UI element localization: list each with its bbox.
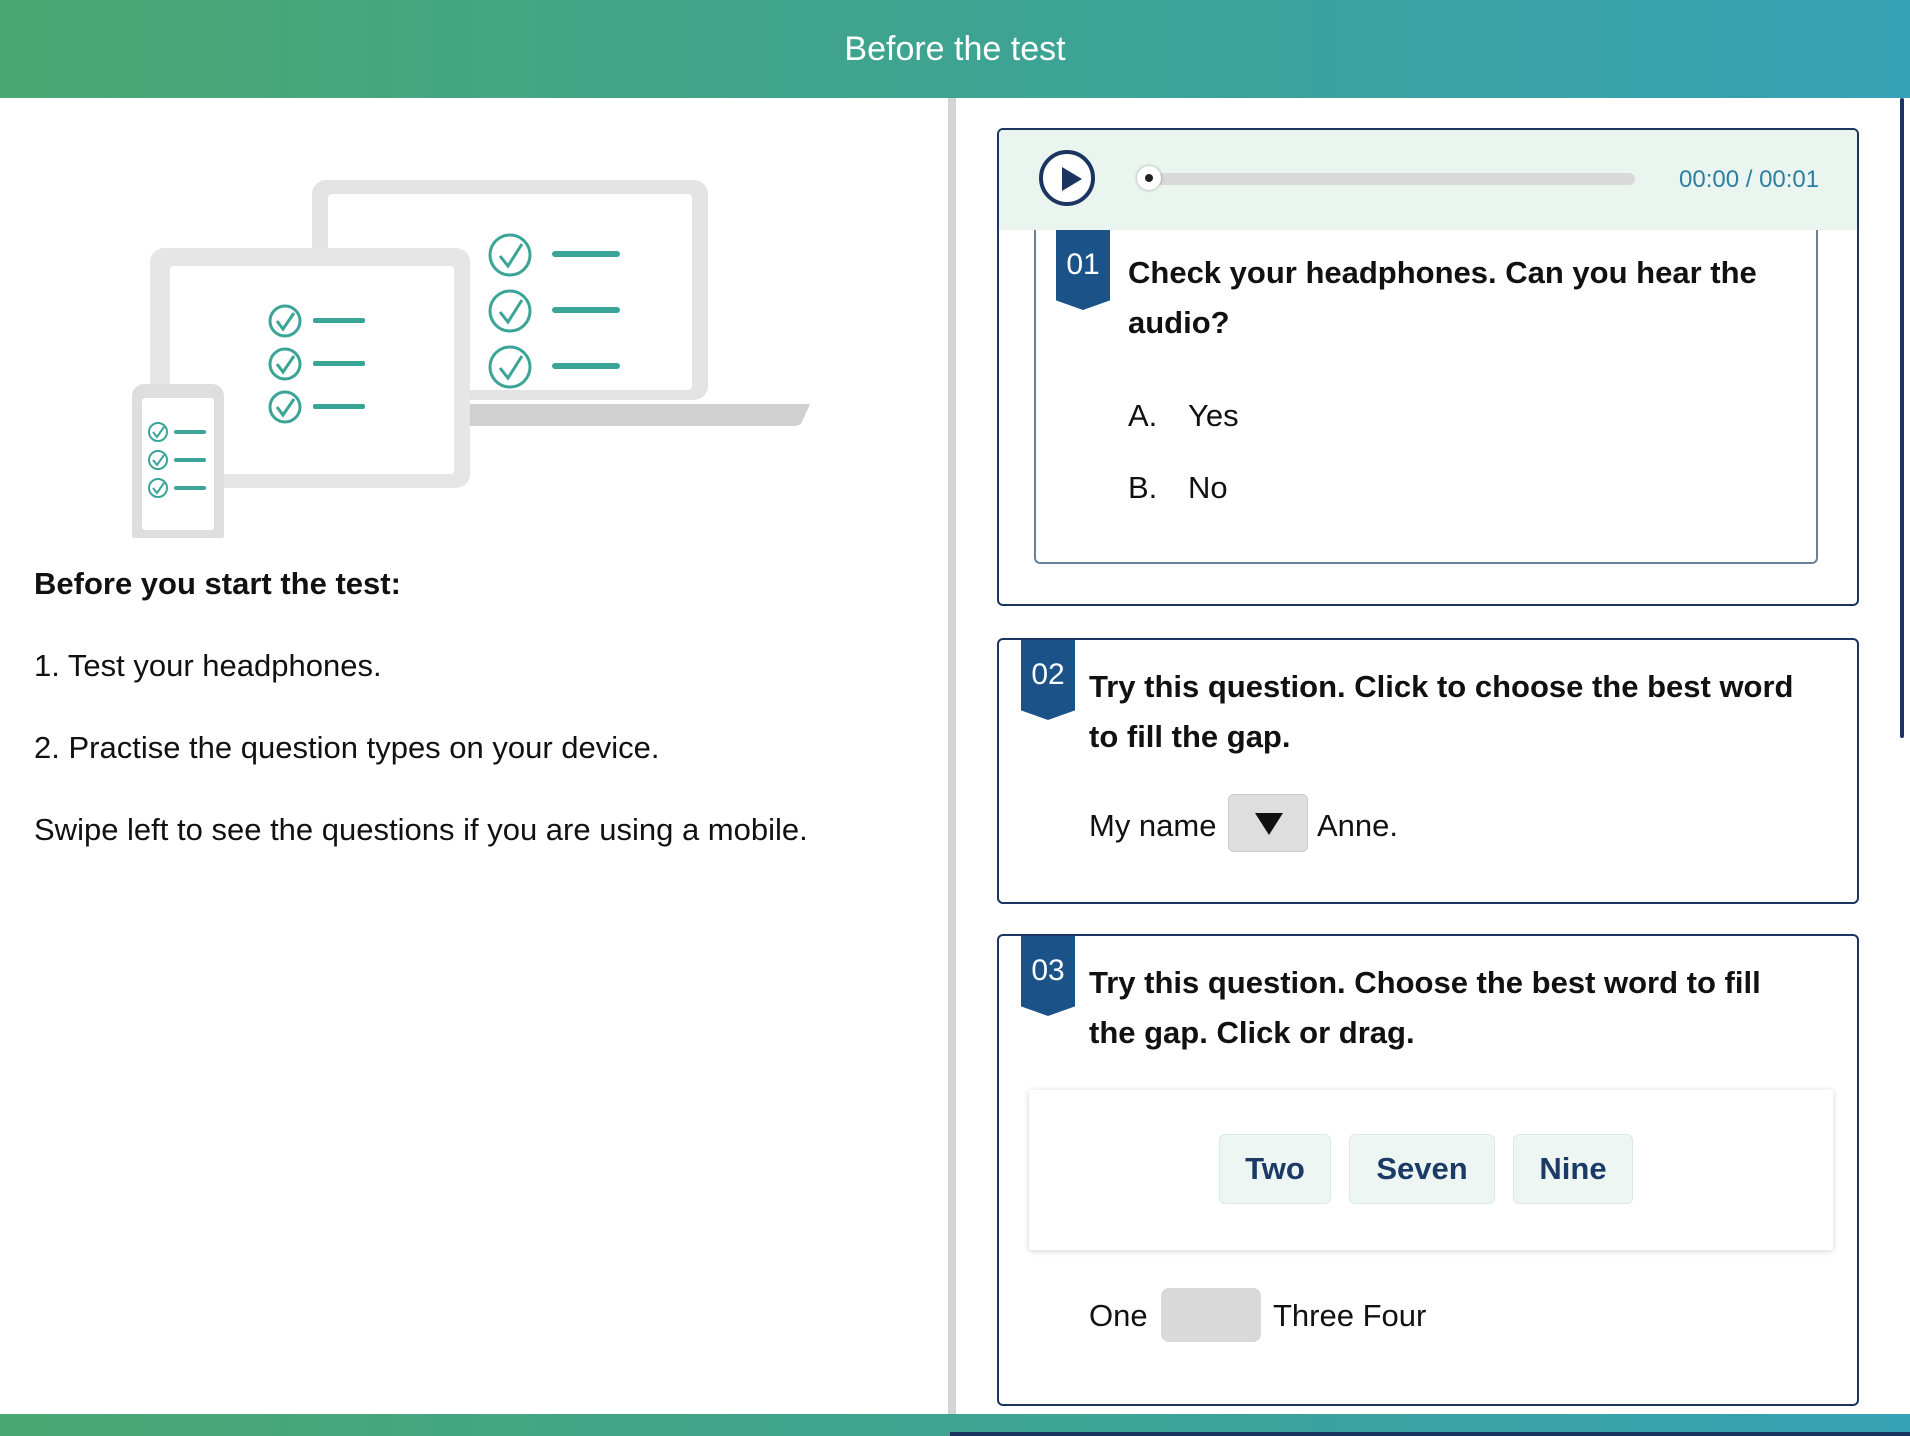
word-chip-seven[interactable]: Seven: [1349, 1134, 1495, 1204]
sentence-after: Three Four: [1273, 1298, 1427, 1333]
page-title: Before the test: [844, 29, 1066, 68]
option-a-letter: A.: [1128, 398, 1158, 433]
questions-panel: 00:00 / 00:01 01 Check your headphones. …: [956, 98, 1910, 1414]
question-01-prompt-line2: audio?: [1128, 305, 1230, 340]
sentence-before: One: [1089, 1298, 1148, 1333]
question-03-prompt: Try this question. Choose the best word …: [1089, 958, 1761, 1058]
option-b-text: No: [1188, 470, 1228, 505]
intro-line-1: 1. Test your headphones.: [34, 648, 382, 683]
question-01-prompt-line1: Check your headphones. Can you hear the: [1128, 255, 1757, 290]
question-02-prompt: Try this question. Click to choose the b…: [1089, 662, 1794, 762]
intro-line-2: 2. Practise the question types on your d…: [34, 730, 660, 765]
question-card-02: 02 Try this question. Click to choose th…: [997, 638, 1859, 904]
question-number-badge: 03: [1021, 936, 1075, 1016]
audio-player: 00:00 / 00:01: [999, 130, 1857, 230]
option-b-letter: B.: [1128, 470, 1158, 505]
option-b[interactable]: B. No: [1128, 470, 1228, 506]
question-03-prompt-line2: the gap. Click or drag.: [1089, 1015, 1415, 1050]
sentence-before: My name: [1089, 808, 1217, 843]
instructions-panel: Before you start the test: 1. Test your …: [0, 98, 948, 1414]
footer-accent: [950, 1432, 1910, 1436]
sentence-after: Anne.: [1317, 808, 1399, 843]
intro-line-3: Swipe left to see the questions if you a…: [34, 812, 808, 847]
word-chip-two[interactable]: Two: [1219, 1134, 1331, 1204]
question-number-badge: 02: [1021, 640, 1075, 720]
question-card-01: 00:00 / 00:01 01 Check your headphones. …: [997, 128, 1859, 606]
question-02-prompt-line1: Try this question. Click to choose the b…: [1089, 669, 1794, 704]
question-01-body: 01 Check your headphones. Can you hear t…: [1034, 230, 1818, 564]
word-bank: Two Seven Nine: [1029, 1090, 1833, 1250]
intro-title: Before you start the test:: [34, 566, 401, 601]
panel-divider[interactable]: [948, 98, 956, 1414]
question-card-03: 03 Try this question. Choose the best wo…: [997, 934, 1859, 1406]
option-a-text: Yes: [1188, 398, 1239, 433]
audio-time: 00:00 / 00:01: [1679, 166, 1820, 193]
play-button[interactable]: [1039, 150, 1095, 206]
drop-gap[interactable]: [1161, 1288, 1261, 1342]
questions-scrollbar[interactable]: [1900, 98, 1904, 738]
audio-progress-track[interactable]: [1139, 173, 1635, 185]
word-chip-nine[interactable]: Nine: [1513, 1134, 1633, 1204]
question-03-prompt-line1: Try this question. Choose the best word …: [1089, 965, 1761, 1000]
audio-progress-knob[interactable]: [1137, 166, 1161, 190]
footer-bar: [0, 1414, 1910, 1436]
question-01-prompt: Check your headphones. Can you hear the …: [1128, 248, 1757, 348]
gap-dropdown[interactable]: [1228, 794, 1308, 852]
question-02-prompt-line2: to fill the gap.: [1089, 719, 1291, 754]
question-number-badge: 01: [1056, 230, 1110, 310]
option-a[interactable]: A. Yes: [1128, 398, 1239, 434]
devices-illustration: [132, 180, 810, 538]
header-bar: Before the test: [0, 0, 1910, 98]
